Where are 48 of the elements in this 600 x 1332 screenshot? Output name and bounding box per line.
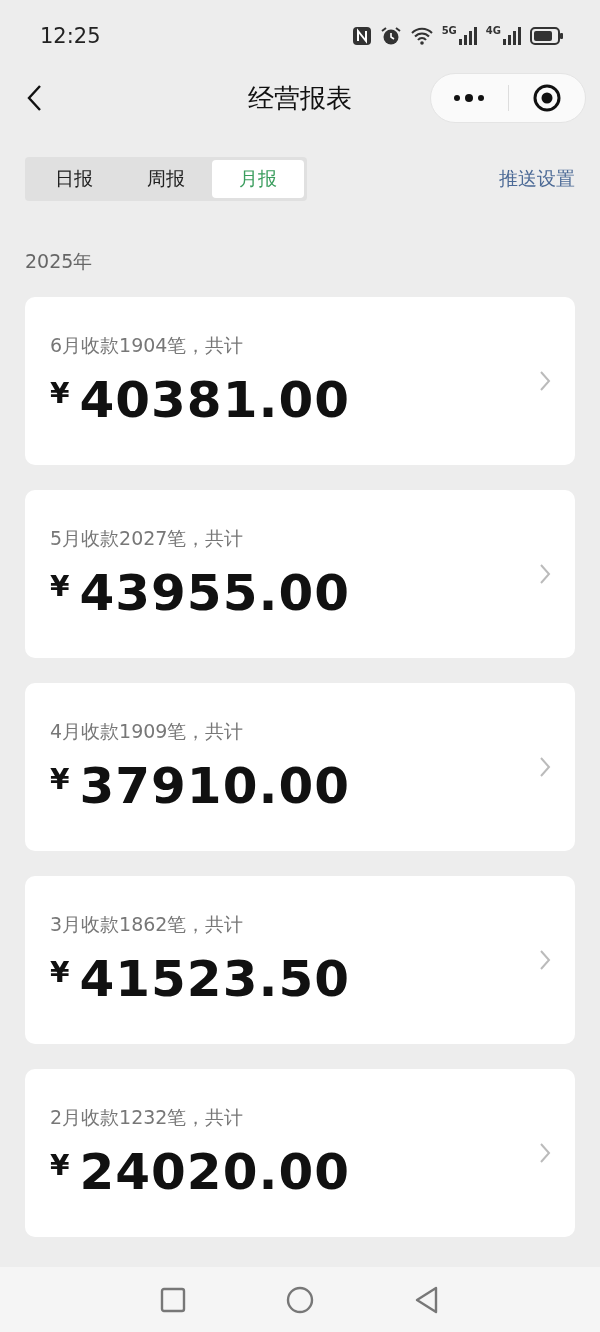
nfc-icon	[351, 26, 372, 46]
push-settings-link[interactable]: 推送设置	[499, 166, 575, 192]
signal-icon	[457, 26, 478, 46]
system-back-button[interactable]	[414, 1285, 440, 1314]
tab[interactable]: 周报	[120, 160, 212, 198]
card-label: 5月收款2027笔，共计	[50, 526, 245, 551]
amount: 24020.00	[79, 1143, 350, 1201]
home-button[interactable]	[286, 1285, 314, 1314]
page-title: 经营报表	[248, 82, 352, 113]
currency-symbol: ¥	[50, 763, 70, 796]
chevron-icon	[539, 1142, 551, 1164]
more-icon	[452, 93, 487, 103]
chevron-icon	[539, 370, 551, 392]
chevron-icon	[539, 756, 551, 778]
currency-symbol: ¥	[50, 956, 70, 989]
year-label: 2025年	[24, 249, 94, 274]
circle-icon	[286, 1285, 314, 1314]
report-card[interactable]: 4月收款1909笔，共计 ¥ 37910.00	[25, 683, 575, 851]
currency-symbol: ¥	[50, 570, 70, 603]
card-label: 2月收款1232笔，共计	[50, 1105, 245, 1130]
status-time: 12:25	[40, 24, 101, 48]
wifi-icon	[409, 27, 434, 45]
card-label: 6月收款1904笔，共计	[50, 333, 245, 358]
alarm-icon	[379, 26, 402, 46]
amount: 37910.00	[79, 757, 350, 815]
tab[interactable]: 日报	[28, 160, 120, 198]
report-card[interactable]: 2月收款1232笔，共计 ¥ 24020.00	[25, 1069, 575, 1237]
chevron-icon	[539, 949, 551, 971]
signal-icon	[502, 26, 522, 46]
target-icon	[531, 83, 562, 113]
back-icon	[26, 84, 42, 112]
battery-icon	[530, 27, 564, 45]
recents-button[interactable]	[160, 1286, 186, 1313]
report-card[interactable]: 3月收款1862笔，共计 ¥ 41523.50	[25, 876, 575, 1044]
card-label: 3月收款1862笔，共计	[50, 912, 245, 937]
currency-symbol: ¥	[50, 1149, 70, 1182]
square-icon	[160, 1286, 186, 1313]
amount: 41523.50	[79, 950, 350, 1008]
chevron-icon	[539, 563, 551, 585]
network-label: 4G	[485, 26, 501, 36]
network-label: 5G	[441, 26, 457, 36]
triangle-icon	[414, 1285, 440, 1314]
currency-symbol: ¥	[50, 377, 70, 410]
report-card[interactable]: 5月收款2027笔，共计 ¥ 43955.00	[25, 490, 575, 658]
card-label: 4月收款1909笔，共计	[50, 719, 245, 744]
report-card[interactable]: 6月收款1904笔，共计 ¥ 40381.00	[25, 297, 575, 465]
amount: 40381.00	[79, 371, 350, 429]
amount: 43955.00	[79, 564, 350, 622]
